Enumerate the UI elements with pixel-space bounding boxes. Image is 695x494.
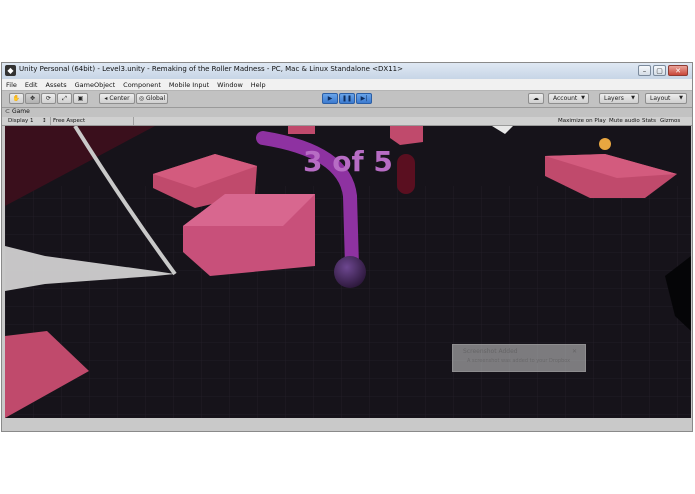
layout-label: Layout xyxy=(650,95,671,102)
rect-tool-button[interactable]: ▣ xyxy=(73,93,88,104)
pickup-counter: 3 of 5 xyxy=(303,145,393,178)
menu-assets[interactable]: Assets xyxy=(41,81,70,89)
menu-window[interactable]: Window xyxy=(213,81,247,89)
hand-tool-button[interactable]: ✋ xyxy=(9,93,24,104)
title-bar[interactable]: ◆ Unity Personal (64bit) - Level3.unity … xyxy=(2,63,692,80)
cloud-button[interactable]: ☁ xyxy=(528,93,544,104)
menu-file[interactable]: File xyxy=(2,81,21,89)
pause-button[interactable]: ❚❚ xyxy=(339,93,355,104)
step-icon: ▶| xyxy=(360,95,368,102)
account-label: Account xyxy=(553,95,578,102)
menu-component[interactable]: Component xyxy=(119,81,165,89)
game-tab-strip: ⊂ Game xyxy=(2,108,692,117)
notification-body: A screenshot was added to your Dropbox xyxy=(467,358,571,364)
rotate-tool-button[interactable]: ⟳ xyxy=(41,93,56,104)
play-icon: ▶ xyxy=(327,95,333,102)
chevron-down-icon: ▼ xyxy=(631,95,635,101)
chevron-down-icon: ▼ xyxy=(679,95,683,101)
tab-game[interactable]: ⊂ Game xyxy=(5,108,30,115)
maximize-button[interactable]: ▢ xyxy=(653,65,666,76)
notification-title: Screenshot Added xyxy=(463,348,518,355)
play-button[interactable]: ▶ xyxy=(322,93,338,104)
maximize-on-play-toggle[interactable]: Maximize on Play xyxy=(558,117,606,125)
mute-audio-toggle[interactable]: Mute audio xyxy=(609,117,640,125)
window-title: Unity Personal (64bit) - Level3.unity - … xyxy=(19,65,403,73)
pink-block-far xyxy=(288,126,315,134)
red-pillar xyxy=(397,154,415,194)
display-chevron-icon: ↕ xyxy=(42,118,47,124)
scale-icon: ⤢ xyxy=(62,95,67,102)
space-label: Global xyxy=(146,95,166,102)
unity-editor-window: ◆ Unity Personal (64bit) - Level3.unity … xyxy=(1,62,693,432)
unity-logo-icon: ◆ xyxy=(5,65,16,76)
aspect-dropdown[interactable]: Free Aspect xyxy=(50,117,134,125)
stats-toggle[interactable]: Stats xyxy=(642,117,656,125)
main-toolbar: ✋ ✥ ⟳ ⤢ ▣ ◂ Center ◎ Global ▶ ❚❚ ▶| ☁ Ac… xyxy=(2,91,692,108)
player-ball xyxy=(334,256,366,288)
rotate-icon: ⟳ xyxy=(45,95,52,102)
pivot-toggle-button[interactable]: ◂ Center xyxy=(99,93,135,104)
game-view-toolbar: Display 1 ↕ Free Aspect Maximize on Play… xyxy=(2,117,692,126)
gizmos-dropdown[interactable]: Gizmos xyxy=(660,117,680,125)
layout-dropdown[interactable]: Layout ▼ xyxy=(645,93,687,104)
globe-icon: ◎ xyxy=(138,95,145,102)
space-toggle-button[interactable]: ◎ Global xyxy=(136,93,168,104)
layers-dropdown[interactable]: Layers ▼ xyxy=(599,93,639,104)
game-viewport[interactable]: 3 of 5 xyxy=(5,126,691,418)
chevron-down-icon: ▼ xyxy=(581,95,585,101)
display-dropdown[interactable]: Display 1 xyxy=(8,117,34,125)
pivot-label: Center xyxy=(109,95,130,102)
pause-icon: ❚❚ xyxy=(341,95,353,102)
minimize-button[interactable]: – xyxy=(638,65,651,76)
game-controller-icon: ⊂ xyxy=(5,108,11,115)
step-button[interactable]: ▶| xyxy=(356,93,372,104)
menu-bar: File Edit Assets GameObject Component Mo… xyxy=(2,79,692,91)
menu-mobile-input[interactable]: Mobile Input xyxy=(165,81,213,89)
move-tool-button[interactable]: ✥ xyxy=(25,93,40,104)
pivot-icon: ◂ xyxy=(104,95,108,102)
close-button[interactable]: ✕ xyxy=(668,65,688,76)
hand-icon: ✋ xyxy=(12,95,21,102)
layers-label: Layers xyxy=(604,95,624,102)
move-icon: ✥ xyxy=(29,95,36,102)
rect-icon: ▣ xyxy=(77,95,84,102)
tab-game-label: Game xyxy=(11,108,30,115)
menu-edit[interactable]: Edit xyxy=(21,81,42,89)
menu-help[interactable]: Help xyxy=(247,81,270,89)
menu-gameobject[interactable]: GameObject xyxy=(71,81,120,89)
screenshot-notification[interactable]: Screenshot Added ✕ A screenshot was adde… xyxy=(452,344,586,372)
cloud-icon: ☁ xyxy=(533,95,539,102)
orange-pickup xyxy=(599,138,611,150)
aspect-label: Free Aspect xyxy=(53,118,86,124)
scale-tool-button[interactable]: ⤢ xyxy=(57,93,72,104)
account-dropdown[interactable]: Account ▼ xyxy=(548,93,589,104)
close-icon[interactable]: ✕ xyxy=(572,348,577,355)
